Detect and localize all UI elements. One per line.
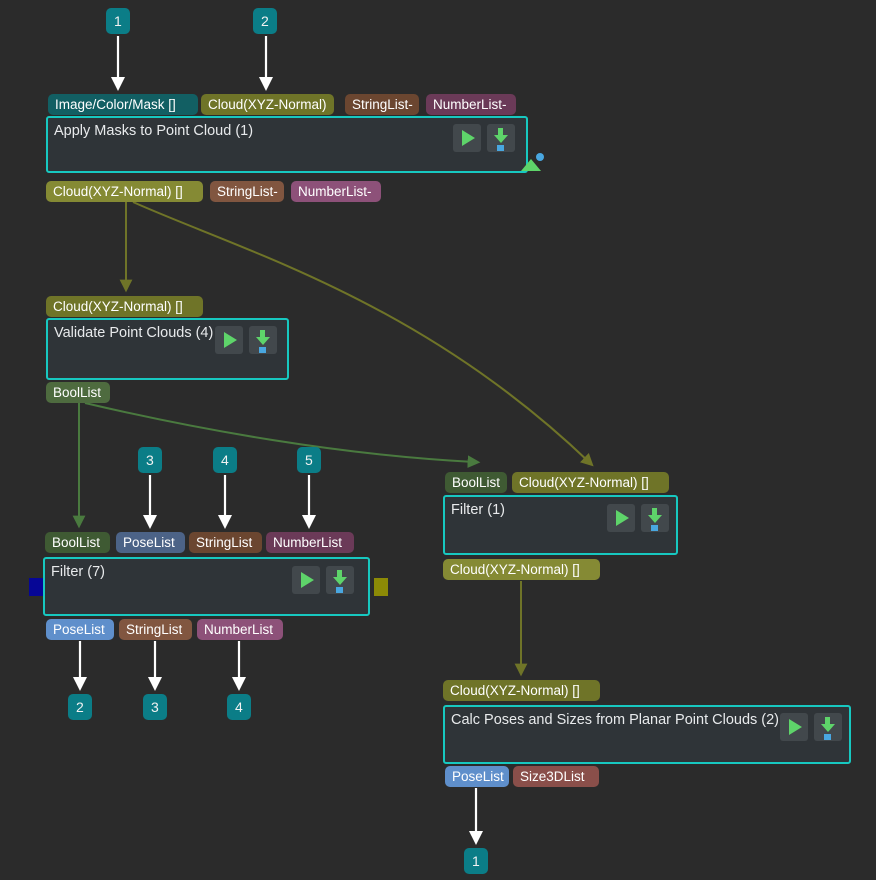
node-filter-1[interactable]: Filter (1): [443, 495, 678, 555]
input-port[interactable]: Image/Color/Mask []: [48, 94, 198, 115]
input-port[interactable]: NumberList-: [426, 94, 516, 115]
node-apply-masks[interactable]: Apply Masks to Point Cloud (1): [46, 116, 544, 173]
node-validate-point-clouds[interactable]: Validate Point Clouds (4): [46, 318, 289, 380]
run-button[interactable]: [780, 713, 808, 741]
input-port[interactable]: Cloud(XYZ-Normal) []: [512, 472, 669, 493]
download-button[interactable]: [487, 124, 515, 152]
right-edge-marker[interactable]: [374, 578, 388, 596]
download-icon: [648, 515, 662, 523]
input-port[interactable]: NumberList: [266, 532, 354, 553]
download-icon: [256, 337, 270, 345]
left-edge-marker[interactable]: [29, 578, 43, 596]
graph-canvas[interactable]: 123452341 Image/Color/Mask [] Cloud(XYZ-N…: [0, 0, 876, 880]
play-icon: [224, 332, 237, 348]
play-icon: [616, 510, 629, 526]
input-port[interactable]: StringList-: [345, 94, 419, 115]
download-icon: [333, 577, 347, 585]
download-button[interactable]: [641, 504, 669, 532]
input-port[interactable]: BoolList: [45, 532, 110, 553]
run-button[interactable]: [453, 124, 481, 152]
download-icon: [824, 734, 831, 740]
input-badge-3[interactable]: 3: [138, 447, 162, 473]
output-badge-4[interactable]: 4: [227, 694, 251, 720]
node-title: Filter (7): [51, 564, 105, 580]
input-port[interactable]: StringList: [189, 532, 262, 553]
download-icon: [651, 525, 658, 531]
output-badge-2[interactable]: 2: [68, 694, 92, 720]
download-icon: [497, 145, 504, 151]
input-badge-5[interactable]: 5: [297, 447, 321, 473]
input-port[interactable]: Cloud(XYZ-Normal) []: [443, 680, 600, 701]
output-badge-1[interactable]: 1: [464, 848, 488, 874]
play-icon: [789, 719, 802, 735]
output-badge-3[interactable]: 3: [143, 694, 167, 720]
node-title: Filter (1): [451, 502, 505, 518]
output-port[interactable]: PoseList: [46, 619, 114, 640]
run-button[interactable]: [607, 504, 635, 532]
download-button[interactable]: [249, 326, 277, 354]
node-title: Validate Point Clouds (4): [54, 325, 214, 341]
node-title: Apply Masks to Point Cloud (1): [54, 123, 254, 139]
download-button[interactable]: [326, 566, 354, 594]
download-icon: [259, 347, 266, 353]
input-badge-1[interactable]: 1: [106, 8, 130, 34]
output-port[interactable]: StringList-: [210, 181, 284, 202]
output-port[interactable]: Cloud(XYZ-Normal) []: [46, 181, 203, 202]
output-port[interactable]: PoseList: [445, 766, 509, 787]
output-port[interactable]: Cloud(XYZ-Normal) []: [443, 559, 600, 580]
input-port[interactable]: Cloud(XYZ-Normal): [201, 94, 334, 115]
node-calc-poses-sizes[interactable]: Calc Poses and Sizes from Planar Point C…: [443, 705, 851, 764]
run-button[interactable]: [292, 566, 320, 594]
output-port[interactable]: NumberList-: [291, 181, 381, 202]
output-port[interactable]: BoolList: [46, 382, 110, 403]
download-button[interactable]: [814, 713, 842, 741]
input-port[interactable]: PoseList: [116, 532, 185, 553]
input-badge-4[interactable]: 4: [213, 447, 237, 473]
output-port[interactable]: StringList: [119, 619, 192, 640]
input-port[interactable]: BoolList: [445, 472, 507, 493]
node-title: Calc Poses and Sizes from Planar Point C…: [451, 712, 780, 728]
output-port[interactable]: NumberList: [197, 619, 283, 640]
download-icon: [821, 724, 835, 732]
run-button[interactable]: [215, 326, 243, 354]
download-icon: [336, 587, 343, 593]
input-badge-2[interactable]: 2: [253, 8, 277, 34]
play-icon: [462, 130, 475, 146]
node-filter-7[interactable]: Filter (7): [29, 557, 388, 616]
download-icon: [494, 135, 508, 143]
output-port[interactable]: Size3DList: [513, 766, 599, 787]
play-icon: [301, 572, 314, 588]
input-port[interactable]: Cloud(XYZ-Normal) []: [46, 296, 203, 317]
sun-shape: [536, 153, 544, 161]
image-preview-icon[interactable]: [521, 153, 545, 171]
